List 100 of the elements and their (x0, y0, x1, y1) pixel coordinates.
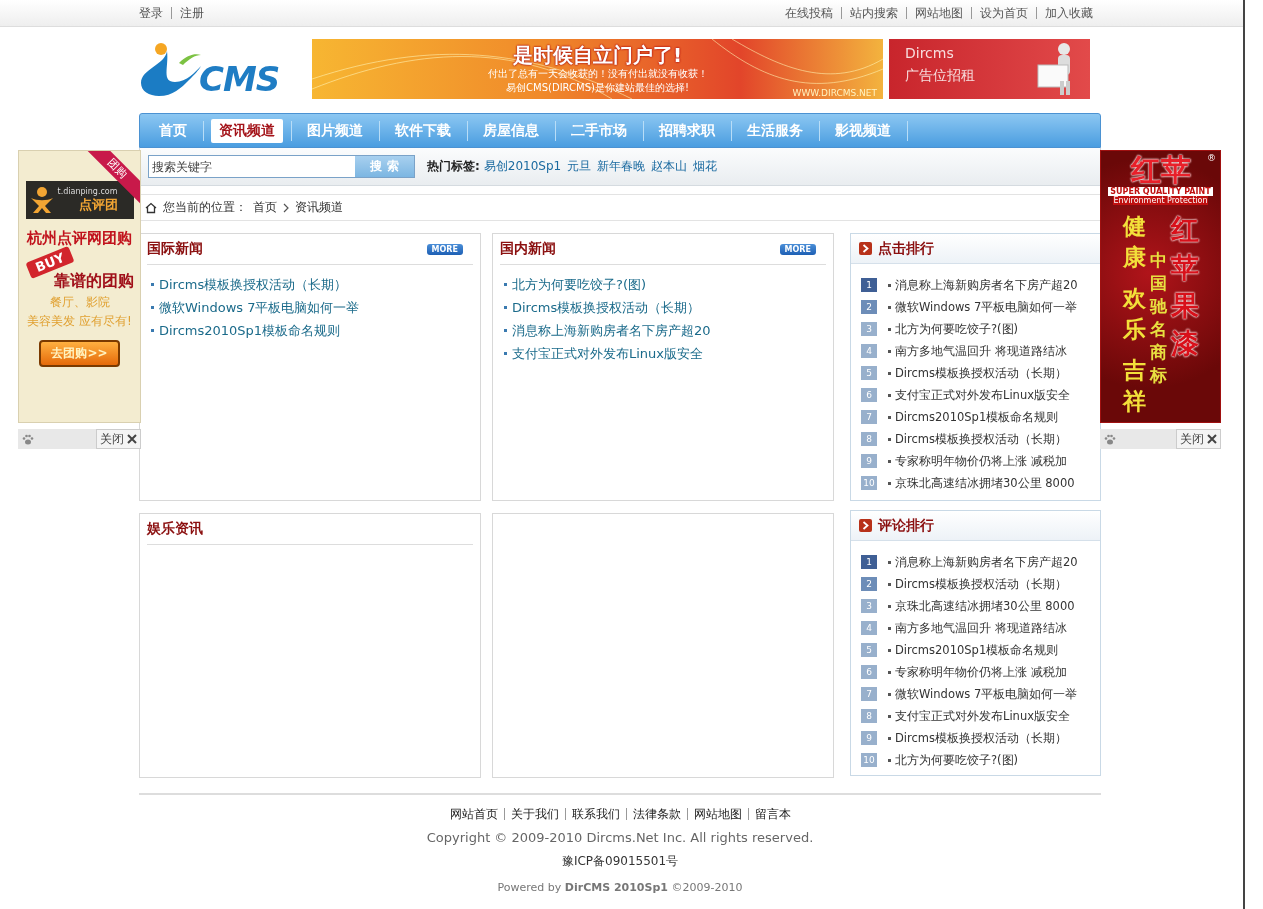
paw-icon (22, 433, 34, 445)
news-link[interactable]: 北方为何要吃饺子?(图) (512, 275, 647, 294)
rank-number: 5 (861, 366, 877, 380)
bullet-icon (888, 560, 891, 564)
ad-headline: 红苹果漆 (1170, 212, 1199, 362)
bullet-icon (504, 283, 507, 286)
logo-text: CMS (199, 59, 280, 99)
news-link[interactable]: Dircms2010Sp1模板命名规则 (895, 642, 1059, 658)
footer-link[interactable]: 留言本 (747, 808, 797, 820)
bullet-icon (888, 582, 891, 586)
bullet-icon (888, 670, 891, 674)
ad-text: 广告位招租 (905, 66, 976, 84)
news-link[interactable]: 专家称明年物价仍将上涨 减税加 (895, 664, 1067, 680)
rank-number: 4 (861, 621, 877, 635)
bullet-icon (888, 415, 891, 419)
bullet-icon (888, 305, 891, 309)
news-link[interactable]: 微软Windows 7平板电脑如何一举 (159, 298, 360, 317)
more-button[interactable]: MORE (779, 243, 816, 255)
news-link[interactable]: Dircms2010Sp1模板命名规则 (159, 321, 341, 340)
news-link[interactable]: 南方多地气温回升 将现道路结冰 (895, 620, 1067, 636)
rank-number: 10 (861, 476, 877, 490)
footer-link[interactable]: 网站首页 (443, 808, 504, 820)
ad-headline: 杭州点评网团购 (27, 229, 132, 248)
news-link[interactable]: 支付宝正式对外发布Linux版安全 (512, 344, 704, 363)
icp-text: 豫ICP备09015501号 (561, 853, 679, 870)
bullet-icon (888, 437, 891, 441)
ad-text: 中国驰名商标 (1149, 249, 1167, 387)
ad-banner[interactable]: 团购 t.dianping.com 点评团 杭州点评网团购 BUY 靠谱的团购 餐厅、影院 美容美发 应有尽有! 去团购>> (18, 150, 141, 423)
news-link[interactable]: 专家称明年物价仍将上涨 减税加 (895, 453, 1067, 469)
panel-title: 娱乐资讯 (147, 520, 203, 538)
hot-tags-label: 热门标签: (427, 158, 480, 175)
site-logo[interactable]: CMS (139, 39, 306, 99)
bullet-icon (888, 481, 891, 485)
rank-number: 4 (861, 344, 877, 358)
drop-icon (139, 41, 201, 97)
news-link[interactable]: 消息称上海新购房者名下房产超20 (895, 277, 1078, 293)
footer-link[interactable]: 法律条款 (625, 808, 687, 820)
tag-link[interactable]: 烟花 (693, 158, 718, 175)
ad-text: 欢乐 (1122, 284, 1146, 344)
news-link[interactable]: Dircms模板换授权活动（长期） (895, 365, 1068, 381)
nav-tab[interactable]: 资讯频道 (211, 118, 283, 143)
news-link[interactable]: 微软Windows 7平板电脑如何一举 (895, 299, 1078, 315)
breadcrumb-link[interactable]: 资讯频道 (295, 199, 343, 216)
top-link[interactable]: 网站地图 (906, 7, 971, 19)
tag-link[interactable]: 易创2010Sp1 (483, 158, 562, 175)
ad-brand: Dircms (905, 44, 955, 62)
news-link[interactable]: Dircms模板换授权活动（长期） (159, 275, 348, 294)
panel-title: 国内新闻 (500, 240, 556, 258)
rank-number: 5 (861, 643, 877, 657)
top-link[interactable]: 在线投稿 (785, 7, 841, 19)
ad-banner[interactable]: Dircms 广告位招租 (889, 39, 1090, 99)
news-link[interactable]: Dircms模板换授权活动（长期） (895, 730, 1068, 746)
news-link[interactable]: 支付宝正式对外发布Linux版安全 (895, 708, 1070, 724)
bullet-icon (888, 692, 891, 696)
footer-link[interactable]: 关于我们 (503, 808, 565, 820)
brand-subtitle: Environment Protection (1113, 196, 1208, 205)
news-link[interactable]: Dircms模板换授权活动（长期） (895, 576, 1068, 592)
news-link[interactable]: 北方为何要吃饺子?(图) (895, 752, 1019, 768)
rank-number: 9 (861, 731, 877, 745)
rank-number: 6 (861, 388, 877, 402)
arrow-icon (859, 519, 872, 532)
rank-number: 3 (861, 599, 877, 613)
panel-title: 点击排行 (878, 239, 934, 258)
footer-link[interactable]: 联系我们 (564, 808, 626, 820)
news-link[interactable]: 北方为何要吃饺子?(图) (895, 321, 1019, 337)
rank-number: 3 (861, 322, 877, 336)
close-button[interactable]: 关闭 (96, 429, 141, 449)
close-button[interactable]: 关闭 (1176, 429, 1221, 449)
top-link[interactable]: 登录 (139, 7, 171, 19)
news-link[interactable]: 微软Windows 7平板电脑如何一举 (895, 686, 1078, 702)
tag-link[interactable]: 赵本山 (651, 158, 688, 175)
news-link[interactable]: 京珠北高速结冰拥堵30公里 8000 (895, 598, 1075, 614)
bullet-icon (504, 329, 507, 332)
top-link[interactable]: 加入收藏 (1036, 7, 1101, 19)
rank-number: 10 (861, 753, 877, 767)
news-link[interactable]: 京珠北高速结冰拥堵30公里 8000 (895, 475, 1075, 491)
rank-number: 9 (861, 454, 877, 468)
bullet-icon (888, 604, 891, 608)
breadcrumb-link[interactable]: 首页 (253, 199, 277, 216)
rank-number: 7 (861, 687, 877, 701)
ad-text: 餐厅、影院 (49, 294, 110, 311)
news-link[interactable]: 南方多地气温回升 将现道路结冰 (895, 343, 1067, 359)
registered-mark: ® (1207, 153, 1216, 163)
tag-link[interactable]: 新年春晚 (597, 158, 646, 175)
panel-title: 国际新闻 (147, 240, 203, 258)
news-link[interactable]: 消息称上海新购房者名下房产超20 (895, 554, 1078, 570)
close-icon (127, 434, 137, 444)
news-link[interactable]: 消息称上海新购房者名下房产超20 (512, 321, 711, 340)
more-button[interactable]: MORE (426, 243, 463, 255)
news-link[interactable]: Dircms模板换授权活动（长期） (512, 298, 701, 317)
footer-link[interactable]: 网站地图 (686, 808, 748, 820)
top-link[interactable]: 设为首页 (971, 7, 1036, 19)
ad-text: 美容美发 应有尽有! (27, 313, 132, 330)
news-link[interactable]: Dircms2010Sp1模板命名规则 (895, 409, 1059, 425)
top-link[interactable]: 站内搜索 (841, 7, 906, 19)
news-link[interactable]: 支付宝正式对外发布Linux版安全 (895, 387, 1070, 403)
breadcrumb-label: 您当前的位置： (163, 199, 247, 216)
tag-link[interactable]: 元旦 (567, 158, 592, 175)
top-link[interactable]: 注册 (171, 7, 212, 19)
news-link[interactable]: Dircms模板换授权活动（长期） (895, 431, 1068, 447)
